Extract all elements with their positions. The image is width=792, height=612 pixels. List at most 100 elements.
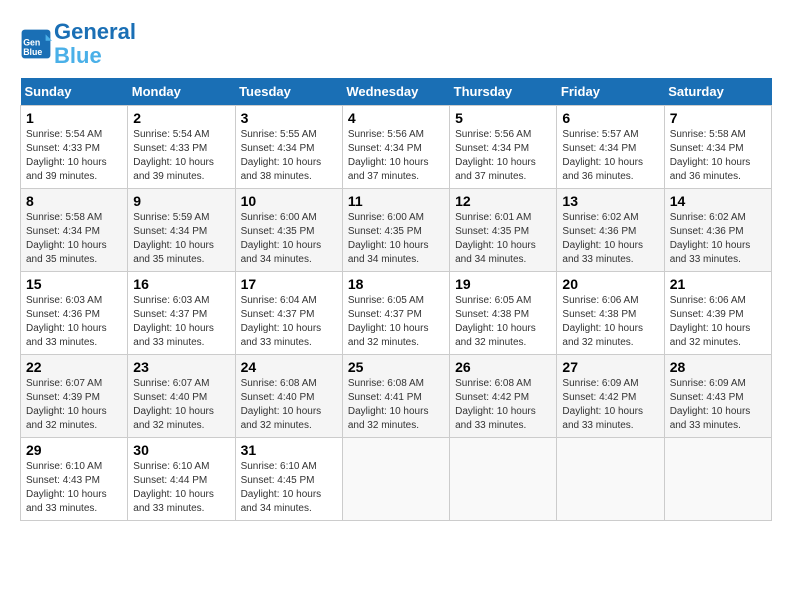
day-number: 18 <box>348 276 444 292</box>
calendar-cell: 31 Sunrise: 6:10 AM Sunset: 4:45 PM Dayl… <box>235 438 342 521</box>
day-info: Sunrise: 5:59 AM Sunset: 4:34 PM Dayligh… <box>133 211 229 267</box>
week-row-1: 1 Sunrise: 5:54 AM Sunset: 4:33 PM Dayli… <box>21 106 772 189</box>
calendar-cell <box>450 438 557 521</box>
day-info: Sunrise: 6:05 AM Sunset: 4:38 PM Dayligh… <box>455 294 551 350</box>
day-number: 17 <box>241 276 337 292</box>
day-number: 15 <box>26 276 122 292</box>
week-row-3: 15 Sunrise: 6:03 AM Sunset: 4:36 PM Dayl… <box>21 272 772 355</box>
week-row-5: 29 Sunrise: 6:10 AM Sunset: 4:43 PM Dayl… <box>21 438 772 521</box>
page-header: Gen Blue GeneralBlue <box>20 20 772 68</box>
day-info: Sunrise: 5:58 AM Sunset: 4:34 PM Dayligh… <box>26 211 122 267</box>
day-info: Sunrise: 6:09 AM Sunset: 4:43 PM Dayligh… <box>670 377 766 433</box>
day-number: 6 <box>562 110 658 126</box>
day-info: Sunrise: 6:03 AM Sunset: 4:36 PM Dayligh… <box>26 294 122 350</box>
day-number: 21 <box>670 276 766 292</box>
calendar-cell: 17 Sunrise: 6:04 AM Sunset: 4:37 PM Dayl… <box>235 272 342 355</box>
calendar-cell: 1 Sunrise: 5:54 AM Sunset: 4:33 PM Dayli… <box>21 106 128 189</box>
calendar-cell: 10 Sunrise: 6:00 AM Sunset: 4:35 PM Dayl… <box>235 189 342 272</box>
day-info: Sunrise: 6:06 AM Sunset: 4:38 PM Dayligh… <box>562 294 658 350</box>
calendar-cell: 8 Sunrise: 5:58 AM Sunset: 4:34 PM Dayli… <box>21 189 128 272</box>
day-info: Sunrise: 6:07 AM Sunset: 4:40 PM Dayligh… <box>133 377 229 433</box>
calendar-cell: 21 Sunrise: 6:06 AM Sunset: 4:39 PM Dayl… <box>664 272 771 355</box>
day-number: 5 <box>455 110 551 126</box>
col-header-tuesday: Tuesday <box>235 78 342 106</box>
calendar-cell: 4 Sunrise: 5:56 AM Sunset: 4:34 PM Dayli… <box>342 106 449 189</box>
day-number: 31 <box>241 442 337 458</box>
day-info: Sunrise: 6:08 AM Sunset: 4:41 PM Dayligh… <box>348 377 444 433</box>
day-info: Sunrise: 6:10 AM Sunset: 4:43 PM Dayligh… <box>26 460 122 516</box>
day-info: Sunrise: 6:05 AM Sunset: 4:37 PM Dayligh… <box>348 294 444 350</box>
day-info: Sunrise: 6:06 AM Sunset: 4:39 PM Dayligh… <box>670 294 766 350</box>
calendar-cell: 3 Sunrise: 5:55 AM Sunset: 4:34 PM Dayli… <box>235 106 342 189</box>
col-header-monday: Monday <box>128 78 235 106</box>
day-info: Sunrise: 5:54 AM Sunset: 4:33 PM Dayligh… <box>26 128 122 184</box>
day-number: 4 <box>348 110 444 126</box>
day-info: Sunrise: 6:04 AM Sunset: 4:37 PM Dayligh… <box>241 294 337 350</box>
calendar-cell <box>664 438 771 521</box>
calendar-cell: 29 Sunrise: 6:10 AM Sunset: 4:43 PM Dayl… <box>21 438 128 521</box>
calendar-table: SundayMondayTuesdayWednesdayThursdayFrid… <box>20 78 772 521</box>
day-info: Sunrise: 5:54 AM Sunset: 4:33 PM Dayligh… <box>133 128 229 184</box>
calendar-cell: 19 Sunrise: 6:05 AM Sunset: 4:38 PM Dayl… <box>450 272 557 355</box>
day-info: Sunrise: 6:08 AM Sunset: 4:40 PM Dayligh… <box>241 377 337 433</box>
day-number: 1 <box>26 110 122 126</box>
calendar-cell: 20 Sunrise: 6:06 AM Sunset: 4:38 PM Dayl… <box>557 272 664 355</box>
calendar-cell: 14 Sunrise: 6:02 AM Sunset: 4:36 PM Dayl… <box>664 189 771 272</box>
calendar-cell: 18 Sunrise: 6:05 AM Sunset: 4:37 PM Dayl… <box>342 272 449 355</box>
day-number: 19 <box>455 276 551 292</box>
day-number: 25 <box>348 359 444 375</box>
calendar-cell <box>557 438 664 521</box>
calendar-cell: 12 Sunrise: 6:01 AM Sunset: 4:35 PM Dayl… <box>450 189 557 272</box>
day-number: 3 <box>241 110 337 126</box>
day-number: 14 <box>670 193 766 209</box>
calendar-cell: 24 Sunrise: 6:08 AM Sunset: 4:40 PM Dayl… <box>235 355 342 438</box>
day-number: 12 <box>455 193 551 209</box>
day-info: Sunrise: 6:02 AM Sunset: 4:36 PM Dayligh… <box>670 211 766 267</box>
day-number: 23 <box>133 359 229 375</box>
day-number: 26 <box>455 359 551 375</box>
calendar-cell: 25 Sunrise: 6:08 AM Sunset: 4:41 PM Dayl… <box>342 355 449 438</box>
calendar-cell: 16 Sunrise: 6:03 AM Sunset: 4:37 PM Dayl… <box>128 272 235 355</box>
day-info: Sunrise: 6:00 AM Sunset: 4:35 PM Dayligh… <box>348 211 444 267</box>
col-header-saturday: Saturday <box>664 78 771 106</box>
calendar-cell: 5 Sunrise: 5:56 AM Sunset: 4:34 PM Dayli… <box>450 106 557 189</box>
day-info: Sunrise: 6:07 AM Sunset: 4:39 PM Dayligh… <box>26 377 122 433</box>
col-header-thursday: Thursday <box>450 78 557 106</box>
logo-icon: Gen Blue <box>20 28 52 60</box>
week-row-4: 22 Sunrise: 6:07 AM Sunset: 4:39 PM Dayl… <box>21 355 772 438</box>
calendar-cell: 15 Sunrise: 6:03 AM Sunset: 4:36 PM Dayl… <box>21 272 128 355</box>
day-info: Sunrise: 6:09 AM Sunset: 4:42 PM Dayligh… <box>562 377 658 433</box>
day-number: 2 <box>133 110 229 126</box>
calendar-cell: 27 Sunrise: 6:09 AM Sunset: 4:42 PM Dayl… <box>557 355 664 438</box>
calendar-cell: 30 Sunrise: 6:10 AM Sunset: 4:44 PM Dayl… <box>128 438 235 521</box>
calendar-cell: 9 Sunrise: 5:59 AM Sunset: 4:34 PM Dayli… <box>128 189 235 272</box>
day-info: Sunrise: 6:02 AM Sunset: 4:36 PM Dayligh… <box>562 211 658 267</box>
day-number: 28 <box>670 359 766 375</box>
logo-text: GeneralBlue <box>54 20 136 68</box>
calendar-cell: 11 Sunrise: 6:00 AM Sunset: 4:35 PM Dayl… <box>342 189 449 272</box>
col-header-sunday: Sunday <box>21 78 128 106</box>
day-number: 20 <box>562 276 658 292</box>
day-info: Sunrise: 5:56 AM Sunset: 4:34 PM Dayligh… <box>348 128 444 184</box>
day-number: 29 <box>26 442 122 458</box>
day-number: 11 <box>348 193 444 209</box>
day-info: Sunrise: 6:10 AM Sunset: 4:44 PM Dayligh… <box>133 460 229 516</box>
day-number: 9 <box>133 193 229 209</box>
day-number: 22 <box>26 359 122 375</box>
day-number: 8 <box>26 193 122 209</box>
day-number: 16 <box>133 276 229 292</box>
day-info: Sunrise: 5:55 AM Sunset: 4:34 PM Dayligh… <box>241 128 337 184</box>
svg-text:Gen: Gen <box>23 38 40 48</box>
day-number: 10 <box>241 193 337 209</box>
day-info: Sunrise: 6:00 AM Sunset: 4:35 PM Dayligh… <box>241 211 337 267</box>
day-number: 7 <box>670 110 766 126</box>
calendar-cell: 22 Sunrise: 6:07 AM Sunset: 4:39 PM Dayl… <box>21 355 128 438</box>
calendar-cell: 2 Sunrise: 5:54 AM Sunset: 4:33 PM Dayli… <box>128 106 235 189</box>
day-info: Sunrise: 6:10 AM Sunset: 4:45 PM Dayligh… <box>241 460 337 516</box>
svg-text:Blue: Blue <box>23 47 42 57</box>
calendar-cell: 23 Sunrise: 6:07 AM Sunset: 4:40 PM Dayl… <box>128 355 235 438</box>
calendar-cell: 13 Sunrise: 6:02 AM Sunset: 4:36 PM Dayl… <box>557 189 664 272</box>
day-number: 30 <box>133 442 229 458</box>
calendar-cell: 26 Sunrise: 6:08 AM Sunset: 4:42 PM Dayl… <box>450 355 557 438</box>
day-number: 27 <box>562 359 658 375</box>
